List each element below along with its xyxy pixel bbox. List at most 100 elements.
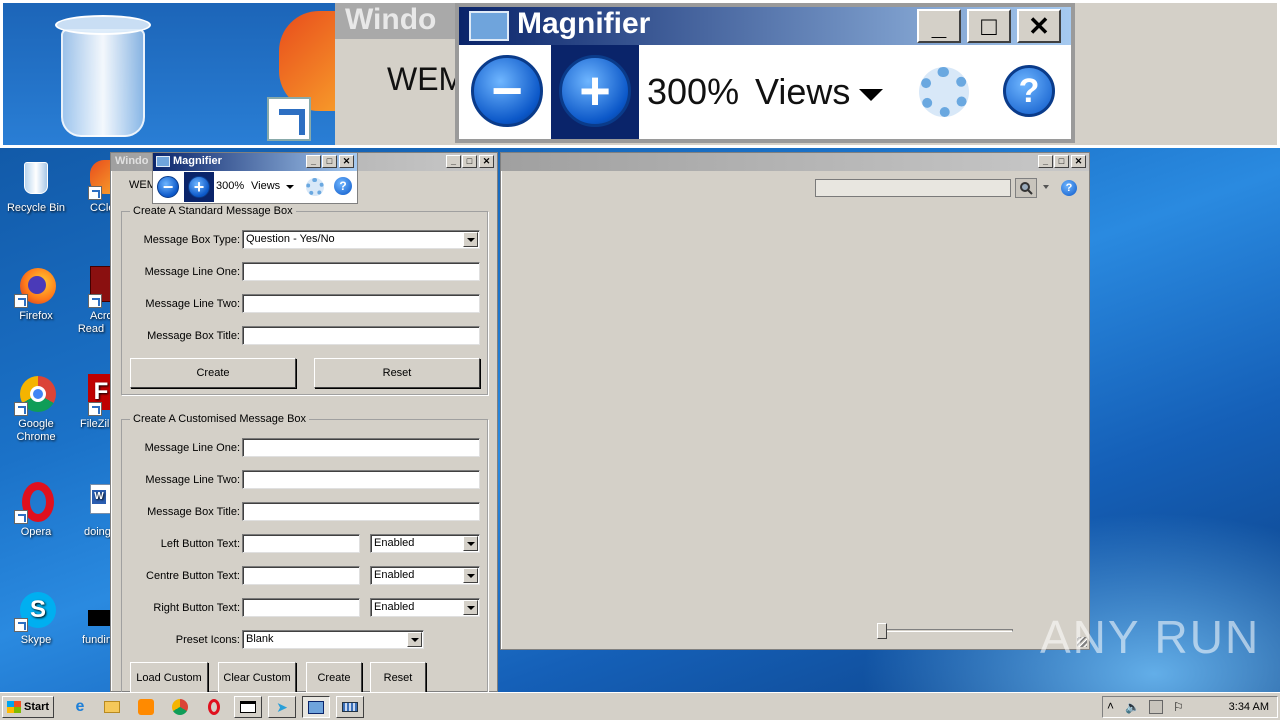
centre-button-text-input[interactable]	[242, 566, 360, 585]
magnifier-docked-view: Windo WEM Magnifier _ □ ✕ − + 300% Views…	[0, 0, 1280, 148]
taskbar-window-button[interactable]	[234, 696, 262, 718]
chevron-down-icon[interactable]	[407, 632, 422, 647]
chevron-down-icon[interactable]	[463, 232, 478, 247]
line-two-input[interactable]	[242, 294, 480, 313]
zoomed-magnifier-titlebar: Magnifier _ □ ✕	[459, 7, 1071, 45]
search-icon[interactable]	[1015, 178, 1037, 198]
maximize-button[interactable]: □	[322, 155, 337, 168]
desktop-icon-filezilla[interactable]: F FileZilla	[72, 374, 110, 431]
line-one-input[interactable]	[242, 262, 480, 281]
minimize-button[interactable]: _	[1038, 155, 1053, 168]
zoom-out-button[interactable]: −	[157, 176, 179, 198]
message-box-form-window: Windo _ □ ✕ WEM Create A Standard Messag…	[110, 152, 498, 692]
message-box-type-select[interactable]: Question - Yes/No	[242, 230, 480, 249]
minimize-button[interactable]: _	[446, 155, 461, 168]
preset-icons-label: Preset Icons:	[175, 634, 240, 646]
taskbar-keyboard-button[interactable]	[336, 696, 364, 718]
shortcut-arrow-icon	[14, 294, 28, 308]
action-center-flag-icon[interactable]: ⚐	[1173, 700, 1184, 714]
desktop-icon-label: Firefox	[19, 310, 53, 322]
custom-create-button[interactable]: Create	[306, 662, 362, 692]
chevron-down-icon[interactable]	[286, 185, 294, 189]
taskbar-magnifier-button[interactable]	[302, 696, 330, 718]
close-icon: ✕	[1017, 9, 1061, 43]
zoomed-magnifier-title: Magnifier	[517, 7, 651, 40]
folder-icon[interactable]	[102, 697, 122, 717]
gear-icon[interactable]	[306, 178, 324, 196]
zoomed-ccleaner-icon	[261, 11, 341, 143]
search-input[interactable]	[815, 179, 1011, 197]
centre-button-state-select[interactable]: Enabled	[370, 566, 480, 585]
form-window-title: Windo	[115, 155, 149, 167]
ccleaner-icon	[72, 158, 110, 200]
opera-icon[interactable]	[204, 697, 224, 717]
start-button[interactable]: Start	[2, 696, 54, 718]
maximize-icon: □	[967, 9, 1011, 43]
zoom-out-icon: −	[471, 55, 543, 127]
clock[interactable]: 3:34 AM	[1229, 701, 1269, 713]
help-icon[interactable]: ?	[1061, 180, 1077, 196]
magnifier-window: Magnifier _ □ ✕ − + 300% Views ?	[152, 152, 358, 204]
maximize-button[interactable]: □	[1054, 155, 1069, 168]
custom-line-two-input[interactable]	[242, 470, 480, 489]
chevron-down-icon[interactable]	[463, 600, 478, 615]
shortcut-arrow-icon	[88, 186, 102, 200]
desktop-icon-label: CCle	[90, 202, 110, 214]
box-title-label: Message Box Title:	[147, 330, 240, 342]
internet-explorer-icon[interactable]: e	[70, 697, 90, 717]
zoom-in-icon: +	[559, 55, 631, 127]
zoom-slider-track[interactable]	[881, 629, 1013, 632]
centre-button-text-label: Centre Button Text:	[146, 570, 240, 582]
desktop-icon-funding[interactable]: funding	[72, 590, 110, 647]
custom-box-title-input[interactable]	[242, 502, 480, 521]
taskbar-telegram-button[interactable]: ➤	[268, 696, 296, 718]
zoom-slider-thumb[interactable]	[877, 623, 887, 639]
clear-custom-button[interactable]: Clear Custom	[218, 662, 296, 692]
load-custom-button[interactable]: Load Custom	[130, 662, 208, 692]
right-button-state-value: Enabled	[374, 601, 415, 613]
desktop-icon-chrome[interactable]: Google Chrome	[0, 374, 72, 444]
recycle-bin-icon	[16, 158, 56, 198]
show-hidden-icons-chevron-icon[interactable]: ˄	[1107, 699, 1114, 713]
chrome-icon[interactable]	[170, 697, 190, 717]
zoom-in-button[interactable]: +	[188, 176, 210, 198]
desktop-icon-recycle-bin[interactable]: Recycle Bin	[0, 158, 72, 215]
custom-line-one-input[interactable]	[242, 438, 480, 457]
desktop-icon-opera[interactable]: Opera	[0, 482, 72, 539]
close-button[interactable]: ✕	[339, 155, 354, 168]
desktop-icon-firefox[interactable]: Firefox	[0, 266, 72, 323]
standard-message-box-group: Create A Standard Message Box Message Bo…	[121, 205, 488, 395]
desktop-icon-ccleaner[interactable]: CCle	[72, 158, 110, 215]
network-icon[interactable]	[1149, 700, 1163, 714]
message-box-type-label: Message Box Type:	[143, 234, 240, 246]
shortcut-arrow-icon	[14, 510, 28, 524]
right-button-state-select[interactable]: Enabled	[370, 598, 480, 617]
maximize-button[interactable]: □	[462, 155, 477, 168]
minimize-icon: _	[917, 9, 961, 43]
custom-reset-button[interactable]: Reset	[370, 662, 426, 692]
left-button-state-select[interactable]: Enabled	[370, 534, 480, 553]
right-button-text-input[interactable]	[242, 598, 360, 617]
left-button-text-input[interactable]	[242, 534, 360, 553]
preset-icons-select[interactable]: Blank	[242, 630, 424, 649]
close-button[interactable]: ✕	[1071, 155, 1086, 168]
views-menu[interactable]: Views	[251, 180, 280, 192]
opera-icon	[14, 482, 56, 524]
media-player-icon[interactable]	[136, 697, 156, 717]
create-button[interactable]: Create	[130, 358, 296, 388]
box-title-input[interactable]	[242, 326, 480, 345]
desktop-icon-word-doc[interactable]: W doingd	[72, 482, 110, 539]
desktop-icon-label: Google Chrome	[16, 418, 56, 443]
chevron-down-icon[interactable]	[463, 568, 478, 583]
volume-icon[interactable]: 🔈	[1125, 700, 1140, 714]
windows-logo-icon	[7, 701, 21, 713]
desktop-icon-skype[interactable]: S Skype	[0, 590, 72, 647]
reset-button[interactable]: Reset	[314, 358, 480, 388]
close-button[interactable]: ✕	[479, 155, 494, 168]
chevron-down-icon[interactable]	[463, 536, 478, 551]
help-icon[interactable]: ?	[334, 177, 352, 195]
search-options-chevron-icon[interactable]	[1043, 185, 1049, 189]
minimize-button[interactable]: _	[306, 155, 321, 168]
box-title-label: Message Box Title:	[147, 506, 240, 518]
desktop-icon-acrobat[interactable]: Acro Read	[72, 266, 110, 336]
